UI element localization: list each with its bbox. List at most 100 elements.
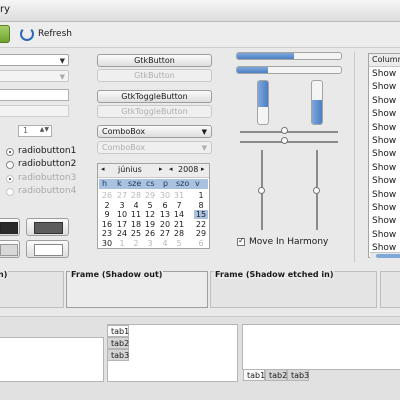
calendar-day[interactable]: 23 xyxy=(100,229,114,238)
calendar-day[interactable]: 27 xyxy=(158,229,172,238)
refresh-button[interactable]: Refresh xyxy=(20,26,76,44)
text-entry[interactable] xyxy=(0,89,69,101)
tab-1[interactable]: tab1 xyxy=(243,369,265,381)
calendar-day[interactable]: 29 xyxy=(194,229,208,238)
font-button-2[interactable] xyxy=(26,240,69,258)
calendar-day[interactable]: 26 xyxy=(100,191,114,200)
calendar-day[interactable]: 13 xyxy=(158,210,172,219)
tree-horizontal-scrollbar[interactable] xyxy=(370,252,400,258)
tree-row[interactable]: Show xyxy=(372,216,396,226)
tree-row[interactable]: Show xyxy=(372,69,396,79)
tab-1[interactable]: tab1 xyxy=(107,325,129,337)
tab-2[interactable]: tab2 xyxy=(107,337,129,349)
tree-row[interactable]: Show xyxy=(372,96,396,106)
calendar-day[interactable]: 30 xyxy=(100,239,114,248)
tree-row[interactable]: Show xyxy=(372,109,396,119)
calendar-day[interactable]: 16 xyxy=(100,220,114,229)
spin-button[interactable]: 1 ▲▼ xyxy=(18,125,52,137)
font-button[interactable] xyxy=(0,240,20,258)
calendar-day[interactable]: 1 xyxy=(194,191,208,200)
tree-row[interactable]: Show xyxy=(372,136,396,146)
vscale-1-knob[interactable] xyxy=(258,187,265,194)
calendar-day[interactable]: 3 xyxy=(115,201,129,210)
gtk-toggle-button[interactable]: GtkToggleButton xyxy=(97,90,212,103)
tree-view[interactable]: Column1 Show Show Show Show Show Show Show Show… xyxy=(368,53,400,258)
calendar-day[interactable]: 3 xyxy=(143,239,157,248)
go-forward-icon[interactable] xyxy=(0,25,10,43)
progress-fill xyxy=(237,67,269,73)
calendar-day[interactable]: 28 xyxy=(172,229,186,238)
radio-button-1[interactable]: radiobutton1 xyxy=(6,146,76,158)
chevron-down-icon: ▼ xyxy=(59,57,65,65)
calendar-day[interactable]: 29 xyxy=(143,191,157,200)
spin-arrows-icon[interactable]: ▲▼ xyxy=(40,126,49,133)
weekday-label: szo xyxy=(176,179,190,188)
calendar-day[interactable]: 6 xyxy=(194,239,208,248)
gtk-button[interactable]: GtkButton xyxy=(97,54,212,67)
chevron-down-icon: ▼ xyxy=(59,73,65,81)
combobox[interactable]: ComboBox ▼ xyxy=(97,125,212,138)
scrollbar-thumb[interactable] xyxy=(376,254,400,258)
calendar-day[interactable]: 4 xyxy=(158,239,172,248)
calendar-day[interactable]: 22 xyxy=(194,220,208,229)
color-button-2[interactable] xyxy=(26,218,69,236)
tree-row[interactable]: Show xyxy=(372,149,396,159)
calendar-day[interactable]: 15 xyxy=(194,210,208,219)
prev-year-icon[interactable]: ◂ xyxy=(169,165,173,173)
calendar-day[interactable]: 7 xyxy=(172,201,186,210)
next-year-icon[interactable]: ▸ xyxy=(201,165,205,173)
tree-row[interactable]: Show xyxy=(372,203,396,213)
calendar-day[interactable]: 30 xyxy=(158,191,172,200)
calendar-day[interactable]: 26 xyxy=(143,229,157,238)
tree-row[interactable]: Show xyxy=(372,163,396,173)
tree-column-header[interactable]: Column1 xyxy=(369,54,400,67)
calendar-day[interactable]: 25 xyxy=(129,229,143,238)
calendar-day[interactable]: 28 xyxy=(129,191,143,200)
calendar-day[interactable]: 4 xyxy=(129,201,143,210)
calendar-day[interactable]: 1 xyxy=(115,239,129,248)
calendar-day[interactable]: 27 xyxy=(115,191,129,200)
calendar-day[interactable]: 19 xyxy=(143,220,157,229)
color-button[interactable] xyxy=(0,218,20,236)
tab-2[interactable]: tab2 xyxy=(265,369,287,381)
frame-label: Frame (Shadow etched in) xyxy=(214,270,335,279)
prev-month-icon[interactable]: ◂ xyxy=(101,165,105,173)
color-swatch xyxy=(0,222,18,234)
calendar-day[interactable]: 12 xyxy=(143,210,157,219)
calendar-day[interactable]: 9 xyxy=(100,210,114,219)
calendar[interactable]: ◂ június ▸ ◂ 2008 ▸ h k sze cs p szo v 26 27 28 2… xyxy=(97,163,210,249)
calendar-day[interactable]: 2 xyxy=(100,201,114,210)
calendar-day[interactable]: 10 xyxy=(115,210,129,219)
tree-row[interactable]: Show xyxy=(372,123,396,133)
calendar-day[interactable]: 6 xyxy=(158,201,172,210)
radio-indicator xyxy=(6,161,14,169)
vscale-2-knob[interactable] xyxy=(313,187,320,194)
tab-3[interactable]: tab3 xyxy=(287,369,309,381)
combo-box-entry[interactable]: ▼ xyxy=(0,54,69,66)
tree-row[interactable]: Show xyxy=(372,190,396,200)
calendar-day[interactable]: 14 xyxy=(172,210,186,219)
calendar-day[interactable]: 5 xyxy=(172,239,186,248)
calendar-day[interactable]: 20 xyxy=(158,220,172,229)
radio-button-2[interactable]: radiobutton2 xyxy=(6,159,76,171)
move-in-harmony-checkbox[interactable] xyxy=(237,236,245,246)
calendar-day[interactable]: 17 xyxy=(115,220,129,229)
calendar-day[interactable]: 2 xyxy=(129,239,143,248)
calendar-day[interactable]: 11 xyxy=(129,210,143,219)
hscale-1[interactable] xyxy=(240,131,338,133)
tree-row[interactable]: Show xyxy=(372,176,396,186)
hscale-2[interactable] xyxy=(240,141,338,143)
calendar-day[interactable]: 5 xyxy=(143,201,157,210)
radio-label: radiobutton3 xyxy=(18,173,77,183)
calendar-day[interactable]: 31 xyxy=(172,191,186,200)
tree-row[interactable]: Show xyxy=(372,82,396,92)
calendar-year: 2008 xyxy=(178,165,199,174)
calendar-day[interactable]: 21 xyxy=(172,220,186,229)
calendar-day[interactable]: 18 xyxy=(129,220,143,229)
calendar-day[interactable]: 24 xyxy=(115,229,129,238)
tree-row[interactable]: Show xyxy=(372,230,396,240)
color-swatch xyxy=(0,244,18,256)
tab-3[interactable]: tab3 xyxy=(107,349,129,361)
next-month-icon[interactable]: ▸ xyxy=(159,165,163,173)
calendar-day[interactable]: 8 xyxy=(194,201,208,210)
